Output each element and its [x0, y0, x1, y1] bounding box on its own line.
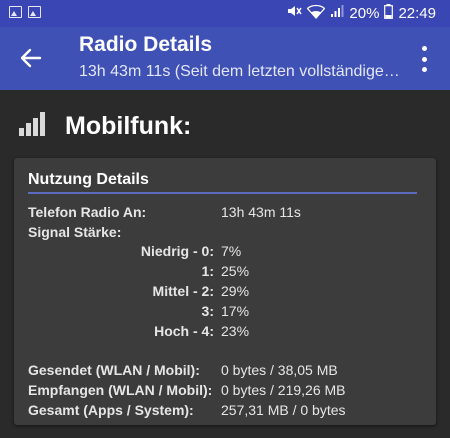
- section-title: Mobilfunk:: [65, 111, 192, 140]
- phone-radio-label: Telefon Radio An:: [28, 204, 147, 220]
- more-vertical-icon[interactable]: [412, 46, 436, 72]
- signal-level-value: 25%: [221, 263, 250, 279]
- battery-icon: [384, 3, 394, 23]
- signal-level-value: 7%: [221, 243, 242, 259]
- card-divider: [28, 192, 417, 194]
- signal-level-label: 1:: [201, 263, 214, 279]
- wifi-icon: [307, 4, 326, 23]
- signal-level-label: 3:: [201, 303, 214, 319]
- cell-signal-icon: [19, 111, 49, 142]
- status-right: 20% 22:49: [286, 3, 436, 23]
- signal-icon: [330, 4, 344, 22]
- sent-label: Gesendet (WLAN / Mobil):: [28, 362, 200, 378]
- usage-details-card: Nutzung Details Telefon Radio An: 13h 43…: [14, 158, 436, 425]
- clock: 22:49: [398, 4, 436, 22]
- page-title: Radio Details: [79, 33, 213, 56]
- total-value: 257,31 MB / 0 bytes: [221, 402, 346, 418]
- signal-level-value: 17%: [221, 303, 250, 319]
- signal-level-label: Hoch - 4:: [154, 323, 214, 339]
- arrow-back-icon[interactable]: [18, 45, 44, 71]
- section-header: Mobilfunk:: [19, 106, 191, 146]
- page-subtitle: 13h 43m 11s (Seit dem letzten vollständi…: [79, 63, 404, 80]
- signal-level-value: 29%: [221, 283, 250, 299]
- image-icon: [9, 6, 22, 18]
- status-left-icons: [9, 6, 41, 18]
- app-bar: Radio Details 13h 43m 11s (Seit dem letz…: [0, 27, 450, 90]
- mute-icon: [286, 3, 303, 23]
- total-label: Gesamt (Apps / System):: [28, 402, 194, 418]
- status-bar: 20% 22:49: [0, 0, 450, 27]
- signal-level-label: Niedrig - 0:: [140, 243, 214, 259]
- phone-radio-value: 13h 43m 11s: [221, 204, 301, 220]
- sent-value: 0 bytes / 38,05 MB: [221, 362, 338, 378]
- received-label: Empfangen (WLAN / Mobil):: [28, 382, 213, 398]
- battery-text: 20%: [349, 4, 380, 22]
- received-value: 0 bytes / 219,26 MB: [221, 382, 346, 398]
- card-title: Nutzung Details: [28, 171, 149, 188]
- signal-strength-label: Signal Stärke:: [28, 224, 122, 240]
- signal-level-value: 23%: [221, 323, 250, 339]
- image-icon: [28, 6, 41, 18]
- signal-level-label: Mittel - 2:: [152, 283, 214, 299]
